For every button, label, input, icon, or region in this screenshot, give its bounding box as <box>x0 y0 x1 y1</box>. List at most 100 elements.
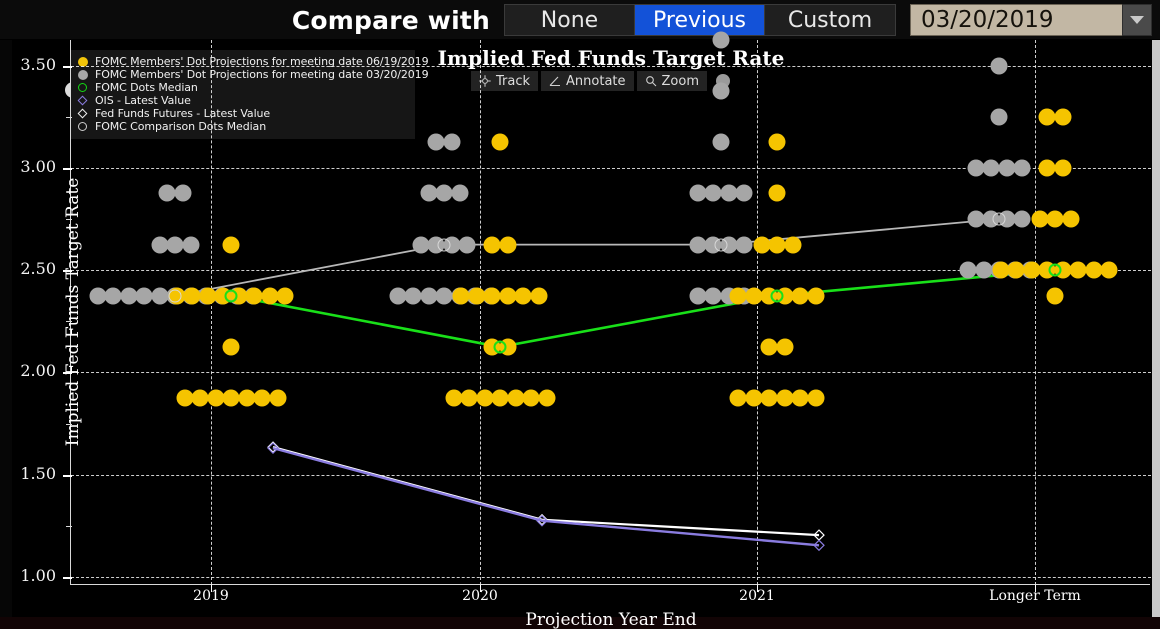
magnifier-icon <box>645 75 657 87</box>
filled-circle-gray-icon <box>77 69 88 80</box>
zoom-button[interactable]: Zoom <box>636 71 707 91</box>
fomc-dot-current <box>760 389 778 407</box>
fomc-dot-current <box>499 236 517 254</box>
y-axis-tick <box>63 65 72 68</box>
fomc-dot-current <box>768 236 786 254</box>
x-axis-tick-label: Longer Term <box>989 588 1081 604</box>
comparison-date-input[interactable]: 03/20/2019 <box>910 4 1122 36</box>
fomc-dot-previous <box>967 210 985 228</box>
fomc-dot-previous <box>89 287 106 305</box>
fomc-dot-current <box>199 287 217 305</box>
x-axis-title: Projection Year End <box>525 610 697 629</box>
chart-application: Compare with None Previous Custom 03/20/… <box>0 0 1160 629</box>
fomc-dot-current <box>468 287 486 305</box>
legend-label: FOMC Members' Dot Projections for meetin… <box>95 68 429 81</box>
fomc-dot-previous <box>451 184 468 202</box>
fomc-dot-previous <box>158 184 176 202</box>
fomc-dot-previous <box>435 184 453 202</box>
y-axis-tick-label: 3.00 <box>20 156 56 176</box>
fomc-dot-current <box>176 389 193 407</box>
compare-option-previous[interactable]: Previous <box>635 5 765 35</box>
left-edge-strip <box>0 40 12 629</box>
fomc-dot-previous <box>1013 159 1031 177</box>
plot-area[interactable]: Implied Fed Funds Target Rate Track Anno… <box>20 31 1151 629</box>
fomc-dot-current <box>1038 159 1056 177</box>
fed-funds-futures-marker <box>267 441 279 453</box>
fomc-dot-current <box>807 287 825 305</box>
y-axis-tick <box>63 167 72 170</box>
fomc-dot-current <box>491 389 509 407</box>
y-axis-tick-label: 1.00 <box>20 566 56 585</box>
y-axis-tick-label: 1.50 <box>20 463 56 483</box>
fomc-dot-previous <box>967 159 985 177</box>
gridline-horizontal <box>71 65 1151 67</box>
fomc-dot-previous <box>720 184 738 202</box>
fomc-dot-previous <box>435 287 453 305</box>
fomc-comparison-median-marker <box>992 212 1006 226</box>
fomc-dot-previous <box>990 57 1008 75</box>
comparison-date-picker[interactable]: 03/20/2019 <box>910 4 1152 36</box>
fomc-dot-current <box>499 287 517 305</box>
legend-item-fed-funds-futures: Fed Funds Futures - Latest Value <box>77 107 407 120</box>
fomc-dots-median-marker <box>224 289 238 303</box>
fomc-dot-previous <box>1013 210 1031 228</box>
compare-option-none[interactable]: None <box>505 5 635 35</box>
x-axis-tick-label: 2021 <box>739 588 775 604</box>
open-diamond-purple-icon <box>77 95 88 106</box>
y-axis-minor-tick <box>66 525 72 527</box>
fomc-dot-previous <box>104 287 122 305</box>
fomc-dot-current <box>522 389 540 407</box>
gridline-horizontal <box>71 474 1151 476</box>
fomc-comparison-median-marker <box>168 289 182 303</box>
fomc-dot-current <box>1046 210 1064 228</box>
track-button[interactable]: Track <box>471 71 539 91</box>
fomc-dot-previous <box>427 133 445 151</box>
x-axis-tick-label: 2020 <box>462 588 498 604</box>
comparison-date-dropdown-button[interactable] <box>1122 4 1152 36</box>
fomc-dot-current <box>1007 261 1025 279</box>
fomc-dot-current <box>483 236 501 254</box>
compare-toolbar: Compare with None Previous Custom 03/20/… <box>0 0 1160 40</box>
fomc-dot-current <box>791 287 809 305</box>
annotate-button[interactable]: Annotate <box>541 71 634 91</box>
fomc-dot-current <box>791 389 809 407</box>
fomc-dot-previous <box>151 236 168 254</box>
legend-label: FOMC Dots Median <box>95 81 198 94</box>
fomc-dot-current <box>207 389 224 407</box>
y-axis-minor-tick <box>66 321 72 323</box>
fomc-comparison-median-line <box>174 218 1000 297</box>
fomc-dot-current <box>1031 210 1048 228</box>
fomc-dot-previous <box>182 236 199 254</box>
gridline-vertical <box>757 40 758 585</box>
fomc-dot-previous <box>443 133 461 151</box>
x-axis-tick-label: 2019 <box>193 588 229 604</box>
gridline-horizontal <box>71 577 1151 578</box>
y-axis-tick <box>63 372 72 375</box>
legend-label: Fed Funds Futures - Latest Value <box>95 107 271 120</box>
fomc-dot-current <box>1038 108 1056 126</box>
compare-option-custom[interactable]: Custom <box>765 5 895 35</box>
fomc-dot-current <box>507 389 524 407</box>
chevron-down-icon <box>1130 16 1144 24</box>
fomc-dot-current <box>1069 261 1087 279</box>
fomc-dot-current <box>807 389 825 407</box>
fomc-dot-previous <box>735 236 753 254</box>
chart-tool-row: Track Annotate Zoom <box>471 71 730 91</box>
compare-mode-group: None Previous Custom <box>504 4 896 36</box>
y-axis-tick-label: 3.50 <box>20 54 56 74</box>
gridline-vertical <box>211 40 212 585</box>
right-scrollbar-strip[interactable] <box>1152 40 1160 629</box>
fomc-dot-current <box>745 389 763 407</box>
fomc-dot-current <box>538 389 555 407</box>
fomc-dot-previous <box>704 184 722 202</box>
fomc-dot-current <box>1085 261 1103 279</box>
fomc-comparison-median-marker <box>437 238 451 252</box>
fomc-dot-previous <box>689 287 707 305</box>
ois-marker <box>536 514 548 527</box>
fomc-dot-current <box>1100 261 1118 279</box>
fomc-dot-current <box>729 389 747 407</box>
fomc-dot-current <box>992 261 1010 279</box>
y-axis-minor-tick <box>66 219 72 220</box>
fomc-dot-previous <box>420 184 437 202</box>
fomc-dot-current <box>445 389 462 407</box>
